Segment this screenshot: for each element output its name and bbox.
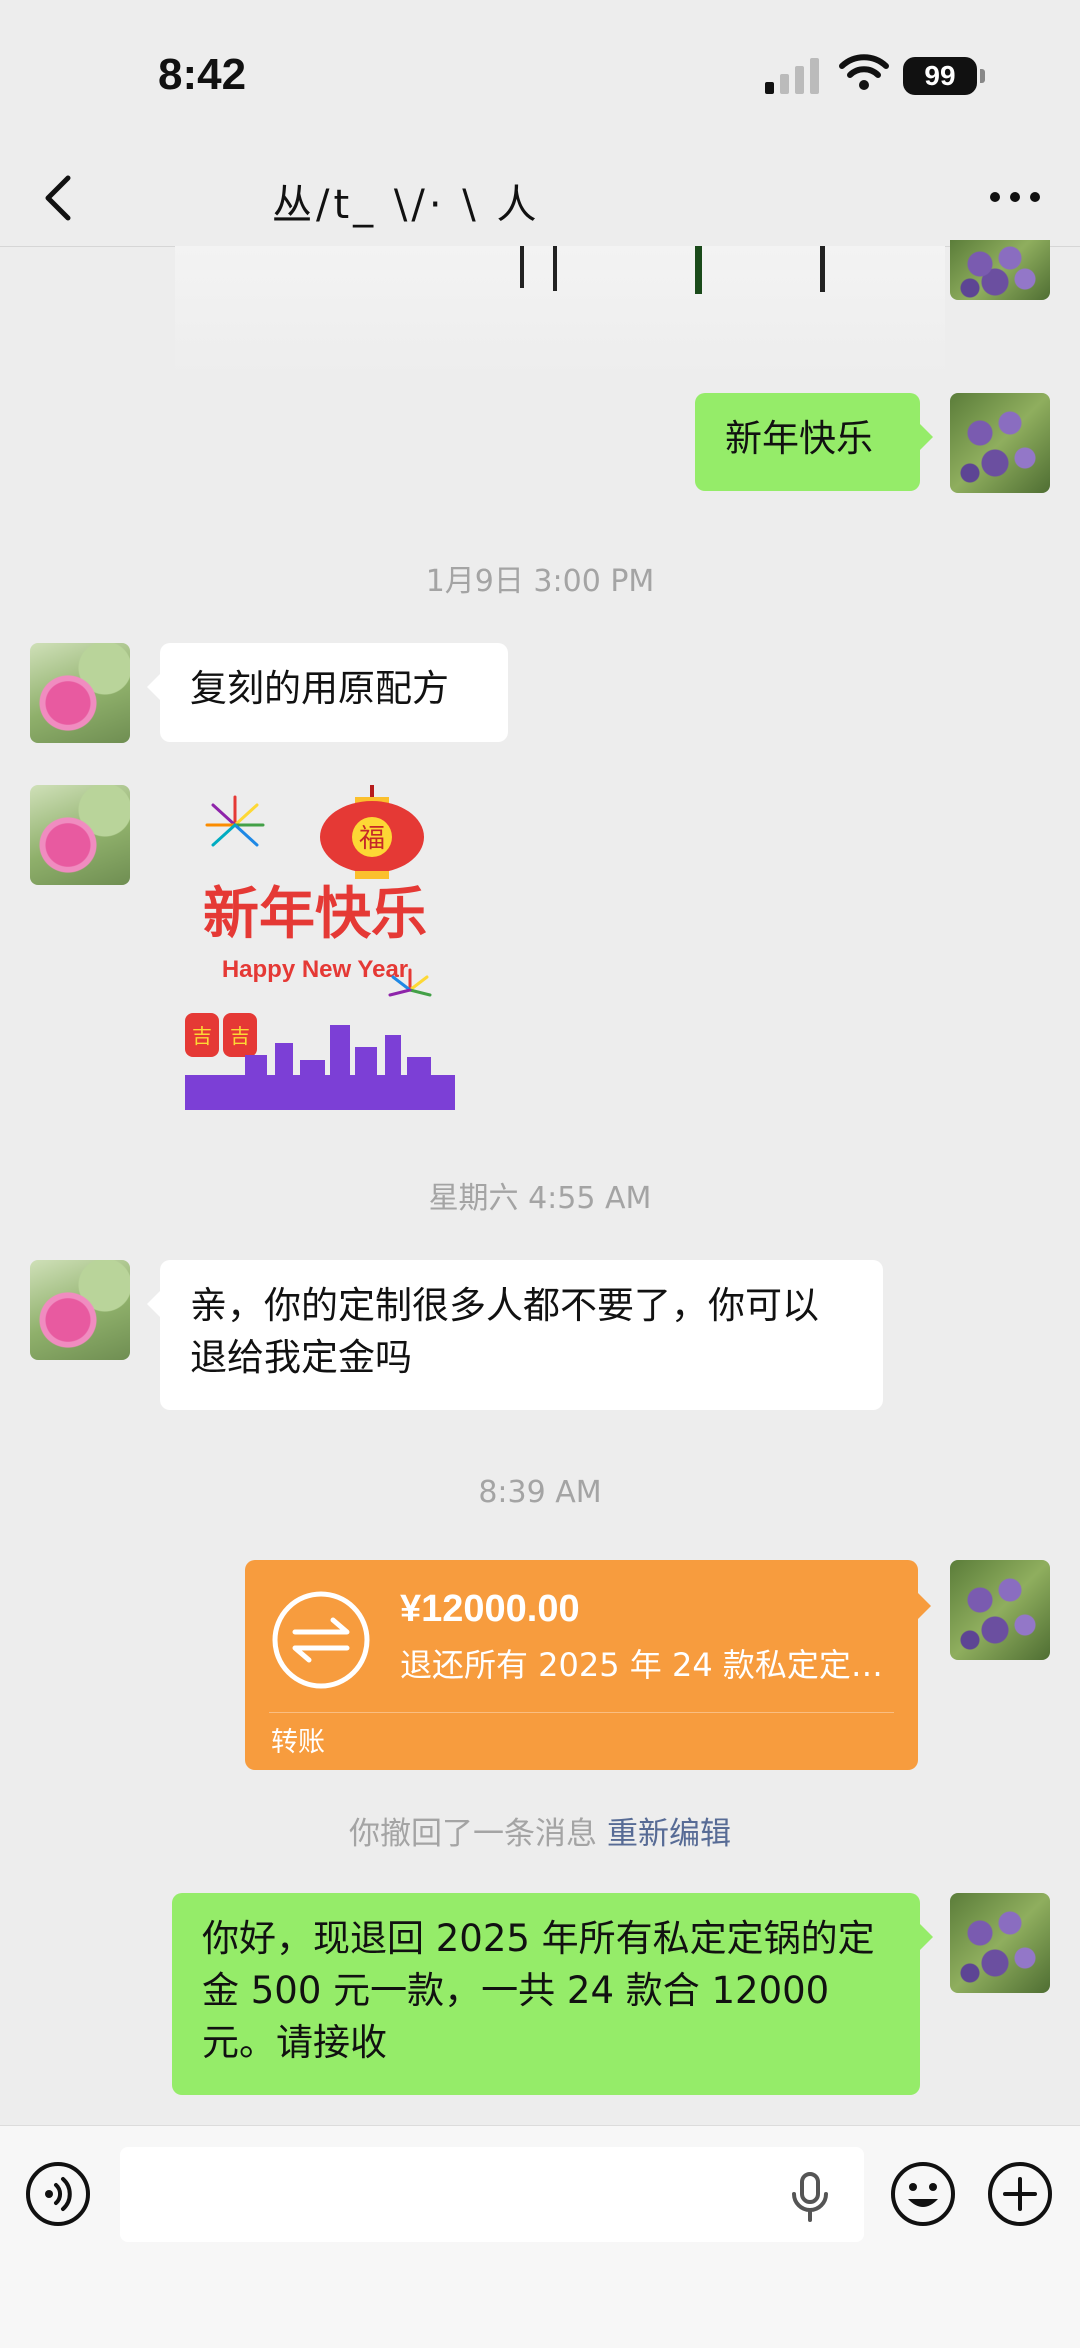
timestamp: 星期六 4:55 AM [428,1181,652,1216]
message-bubble-self[interactable]: 你好，现退回 2025 年所有私定定锅的定金 500 元一款，一共 24 款合 … [172,1893,933,2095]
partial-image-strokes [520,246,825,294]
message-bubble-self[interactable]: 新年快乐 [695,393,933,491]
input-bar [0,2125,1080,2348]
transfer-label: 转账 [271,1727,325,1758]
message-text: 亲，你的定制很多人都不要了，你可以退给我定金吗 [190,1284,819,1379]
sticker-small-lantern-char: 吉 [230,1024,250,1048]
status-time: 8:42 [158,50,247,99]
sticker-artwork: 福 新年快乐 Happy New Year 吉 吉 [185,785,455,1110]
chat-title: 丛/t_ \/· \ 人 [272,182,541,228]
avatar-contact[interactable] [30,643,130,743]
avatar-self[interactable] [950,1560,1050,1660]
message-bubble-contact[interactable]: 亲，你的定制很多人都不要了，你可以退给我定金吗 [147,1260,883,1410]
more-options-icon[interactable] [985,182,1045,212]
back-chevron-icon[interactable] [30,168,90,228]
message-text: 复刻的用原配方 [190,667,449,710]
message-text: 新年快乐 [725,417,873,460]
sticker-new-year[interactable]: 福 新年快乐 Happy New Year 吉 吉 [175,785,465,1110]
timestamp: 1月9日 3:00 PM [425,564,655,599]
transfer-card[interactable]: ¥12000.00 退还所有 2025 年 24 款私定定… 转账 [245,1560,931,1770]
sticker-subtitle: Happy New Year [222,956,408,983]
recall-notice: 你撤回了一条消息 重新编辑 [0,1808,1080,1853]
avatar-self[interactable] [950,240,1050,300]
partial-image-message[interactable] [175,246,945,376]
sticker-title: 新年快乐 [203,882,427,947]
signal-icon [765,58,819,94]
battery-tip [980,69,985,83]
avatar-self[interactable] [950,393,1050,493]
microphone-icon[interactable] [788,2172,832,2222]
chat-header: 丛/t_ \/· \ 人 [0,150,1080,247]
message-text: 你好，现退回 2025 年所有私定定锅的定金 500 元一款，一共 24 款合 … [202,1917,875,2064]
avatar-self[interactable] [950,1893,1050,1993]
message-input[interactable] [120,2147,864,2242]
voice-mode-icon[interactable] [25,2161,91,2227]
avatar-contact[interactable] [30,1260,130,1360]
status-bar: 8:42 99 [0,0,1080,150]
transfer-note: 退还所有 2025 年 24 款私定定… [400,1646,883,1684]
message-bubble-contact[interactable]: 复刻的用原配方 [147,643,508,742]
add-icon[interactable] [987,2161,1053,2227]
transfer-amount: ¥12000.00 [400,1588,580,1630]
recall-text: 你撤回了一条消息 [349,1816,597,1852]
timestamp: 8:39 AM [478,1475,602,1510]
battery-icon: 99 [903,57,977,95]
emoji-icon[interactable] [890,2161,956,2227]
transfer-arrows-icon [272,1591,370,1689]
sticker-small-lantern-char: 吉 [192,1024,212,1048]
reedit-link[interactable]: 重新编辑 [607,1816,731,1852]
sticker-lantern-char: 福 [359,824,385,854]
avatar-contact[interactable] [30,785,130,885]
wifi-icon [839,54,889,90]
transfer-divider [269,1712,894,1713]
